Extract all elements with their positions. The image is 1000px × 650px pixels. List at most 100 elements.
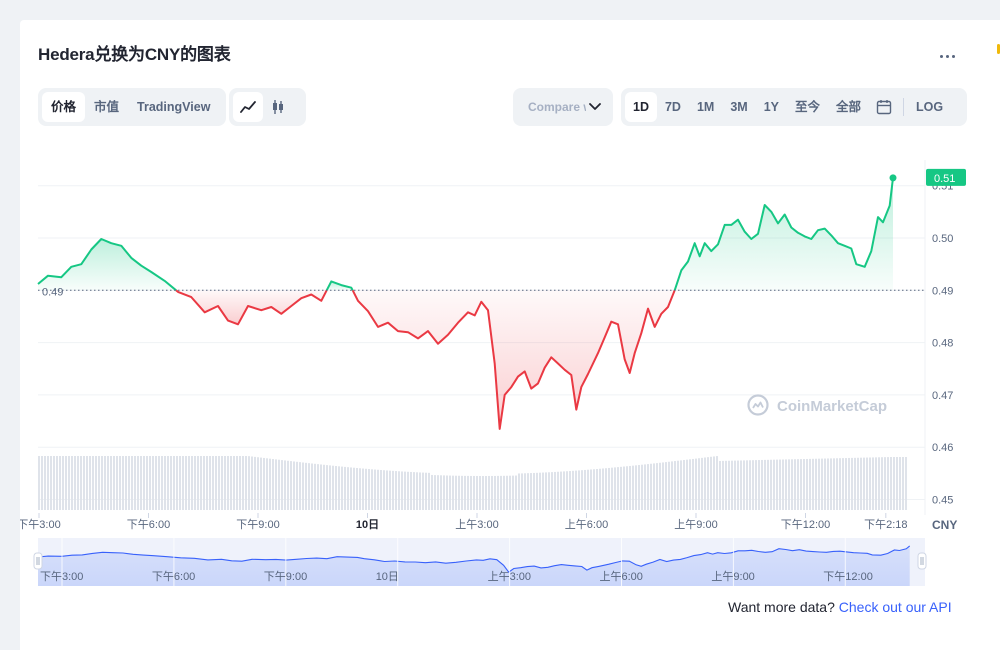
volume-bar [566, 471, 568, 510]
volume-bar [842, 458, 844, 510]
volume-bar [140, 456, 142, 510]
volume-bar [452, 475, 454, 510]
volume-bar [686, 459, 688, 510]
coinmarketcap-watermark: CoinMarketCap [747, 394, 887, 416]
volume-bar [503, 475, 505, 510]
volume-bar [716, 456, 718, 510]
volume-bar [398, 471, 400, 510]
volume-bar [695, 458, 697, 510]
watermark-text: CoinMarketCap [777, 398, 887, 415]
volume-bar [449, 475, 451, 510]
navigator-handle-right[interactable] [917, 552, 927, 570]
volume-bar [527, 473, 529, 510]
volume-bar [38, 456, 40, 510]
volume-bar [746, 460, 748, 510]
volume-bar [689, 459, 691, 510]
volume-bar [731, 460, 733, 510]
volume-bar [101, 456, 103, 510]
volume-bar [278, 459, 280, 510]
volume-bar [236, 456, 238, 510]
volume-bar [713, 456, 715, 510]
volume-bar [341, 466, 343, 510]
volume-bar [776, 459, 778, 510]
volume-bar [656, 463, 658, 510]
api-link[interactable]: Check out our API [839, 599, 952, 615]
volume-bar [815, 458, 817, 510]
volume-bar [593, 469, 595, 510]
volume-bar [725, 460, 727, 510]
volume-bar [740, 460, 742, 510]
volume-bar [722, 460, 724, 510]
price-area-fill [38, 177, 893, 429]
volume-bar [419, 472, 421, 510]
volume-bar [806, 458, 808, 510]
x-tick-label: 上午6:00 [565, 518, 608, 531]
volume-bar [104, 456, 106, 510]
volume-bar [578, 470, 580, 510]
volume-bar [206, 456, 208, 510]
volume-bar [182, 456, 184, 510]
volume-bar [866, 457, 868, 510]
volume-bar [902, 457, 904, 510]
volume-bar [869, 457, 871, 510]
volume-bar [65, 456, 67, 510]
x-tick-label: 10日 [356, 518, 379, 531]
volume-bar [485, 475, 487, 510]
navigator-handle-left[interactable] [33, 552, 43, 570]
volume-bar [77, 456, 79, 510]
volume-bar [488, 475, 490, 510]
volume-bar [476, 475, 478, 510]
volume-bar [266, 458, 268, 510]
volume-bar [737, 460, 739, 510]
volume-bar [617, 467, 619, 510]
volume-bar [218, 456, 220, 510]
volume-bar [785, 459, 787, 510]
volume-bar [830, 458, 832, 510]
volume-bar [293, 461, 295, 510]
volume-bar [749, 460, 751, 510]
volume-bar [326, 465, 328, 510]
range-navigator[interactable]: 下午3:00 下午6:00 下午9:00 10日 上午3:00 上午6:00 上午9:00 下… [33, 538, 927, 586]
navigator-tick-label: 下午3:00 [40, 570, 83, 583]
volume-bar [125, 456, 127, 510]
volume-bar [590, 469, 592, 510]
volume-bar [230, 456, 232, 510]
x-axis: 下午3:00 下午6:00 下午9:00 10日 上午3:00 上午6:00 上午9:00 下… [20, 513, 908, 531]
volume-bar [74, 456, 76, 510]
volume-bar [128, 456, 130, 510]
navigator-tick-label: 10日 [376, 571, 399, 583]
volume-bar [239, 456, 241, 510]
volume-bar [161, 456, 163, 510]
volume-bar [152, 456, 154, 510]
volume-bar [797, 459, 799, 510]
volume-bar [692, 458, 694, 510]
volume-bars [38, 456, 907, 510]
price-chart[interactable]: 0.49 CoinMarketCap 0.51 0.50 0.49 0.48 0.47 0… [20, 20, 1000, 600]
volume-bar [509, 475, 511, 510]
volume-bar [521, 473, 523, 510]
volume-bar [572, 470, 574, 510]
volume-bar [56, 456, 58, 510]
volume-bar [233, 456, 235, 510]
handle-grip-icon [917, 552, 927, 570]
volume-bar [851, 457, 853, 510]
volume-bar [674, 461, 676, 510]
volume-bar [290, 461, 292, 510]
volume-bar [83, 456, 85, 510]
volume-bar [884, 457, 886, 510]
volume-bar [317, 464, 319, 510]
volume-bar [353, 467, 355, 510]
volume-bar [320, 464, 322, 510]
volume-bar [557, 471, 559, 510]
volume-bar [212, 456, 214, 510]
volume-bar [260, 457, 262, 510]
y-tick-label: 0.49 [932, 285, 953, 297]
volume-bar [500, 475, 502, 510]
baseline-label: 0.49 [42, 286, 63, 298]
y-tick-label: 0.45 [932, 495, 953, 507]
volume-bar [752, 460, 754, 510]
volume-bar [530, 473, 532, 510]
volume-bar [893, 457, 895, 510]
x-tick-label: 上午9:00 [674, 518, 717, 531]
volume-bar [41, 456, 43, 510]
